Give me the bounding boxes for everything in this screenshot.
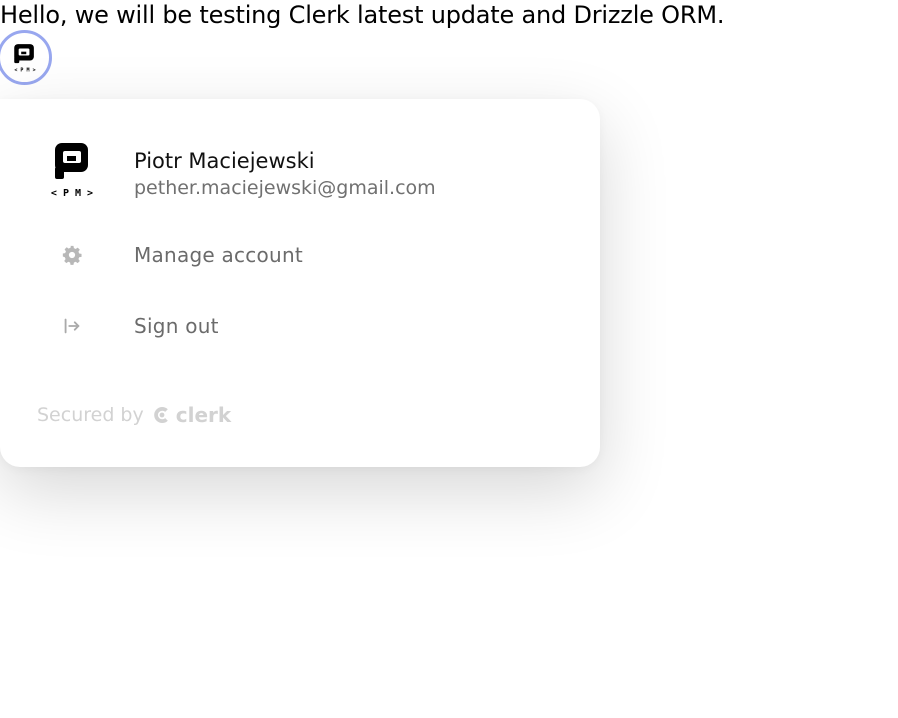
manage-account-label: Manage account <box>134 243 303 267</box>
clerk-logo: clerk <box>152 403 231 427</box>
user-name: Piotr Maciejewski <box>134 149 315 173</box>
svg-text:< P M >: < P M > <box>51 188 93 199</box>
secured-by-label: Secured by <box>37 404 144 426</box>
intro-text: Hello, we will be testing Clerk latest u… <box>0 1 725 29</box>
pm-logo-icon: < P M > <box>13 43 35 73</box>
svg-text:< P M >: < P M > <box>14 67 35 73</box>
user-email: pether.maciejewski@gmail.com <box>134 177 436 199</box>
page: Hello, we will be testing Clerk latest u… <box>0 0 898 718</box>
secured-by-clerk: Secured by clerk <box>37 403 231 427</box>
gear-icon <box>60 243 84 267</box>
user-button[interactable]: < P M > <box>0 30 52 85</box>
sign-out-button[interactable]: Sign out <box>0 296 600 356</box>
clerk-logo-icon <box>153 407 168 423</box>
sign-out-icon <box>60 314 84 338</box>
profile-avatar: < P M > <box>42 139 102 199</box>
clerk-brand: clerk <box>175 403 232 427</box>
user-profile: < P M > Piotr Maciejewski pether.macieje… <box>42 139 570 209</box>
manage-account-button[interactable]: Manage account <box>0 225 600 285</box>
pm-logo-icon: < P M > <box>51 143 93 199</box>
user-popover: < P M > Piotr Maciejewski pether.macieje… <box>0 99 600 467</box>
sign-out-label: Sign out <box>134 314 219 338</box>
